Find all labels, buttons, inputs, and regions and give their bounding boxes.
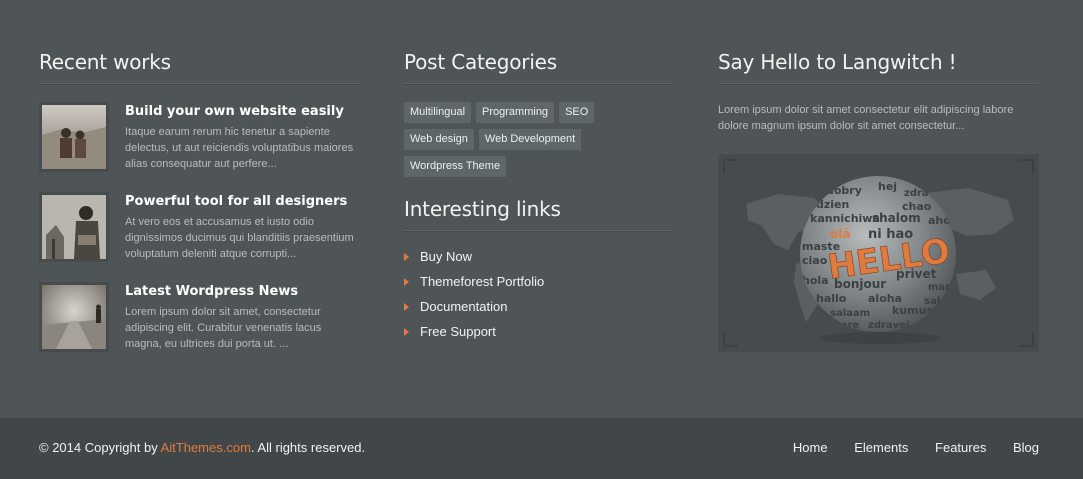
arrow-right-icon	[404, 303, 409, 311]
link-label[interactable]: Themeforest Portfolio	[420, 274, 544, 289]
hello-globe-image: dobry hej zdravo dzien chao kannichiwa s…	[718, 154, 1039, 352]
category-tag[interactable]: Multilingual	[404, 102, 472, 123]
category-tag[interactable]: Web design	[404, 129, 474, 150]
footer-nav: Home Elements Features Blog	[770, 440, 1039, 455]
work-thumbnail[interactable]	[39, 282, 109, 352]
category-tag[interactable]: Web Development	[478, 129, 582, 150]
globe-word: ciao	[802, 254, 828, 267]
globe-word: hallo	[816, 292, 847, 305]
work-excerpt: Lorem ipsum dolor sit amet, consectetur …	[125, 306, 322, 350]
recent-works-title: Recent works	[39, 50, 360, 84]
category-tag[interactable]: Wordpress Theme	[404, 156, 507, 177]
footer-widgets: Recent works Build your own website easi…	[0, 0, 1083, 418]
work-title[interactable]: Powerful tool for all designers	[125, 194, 347, 209]
link-label[interactable]: Buy Now	[420, 249, 472, 264]
copyright-suffix: . All rights reserved.	[250, 440, 366, 455]
link-label[interactable]: Free Support	[420, 324, 496, 339]
globe-word: dzien	[816, 198, 849, 211]
interesting-links-title: Interesting links	[404, 197, 674, 231]
globe-word: tere	[836, 320, 859, 331]
site-footer: © 2014 Copyright by AitThemes.com. All r…	[0, 418, 1083, 479]
say-hello-widget: Say Hello to Langwitch ! Lorem ipsum dol…	[718, 50, 1039, 352]
recent-work-item[interactable]: Build your own website easily Itaque ear…	[39, 102, 360, 174]
globe-word: kannichiwa	[810, 212, 880, 225]
globe-word: kumusta	[892, 304, 946, 317]
link-themeforest-portfolio[interactable]: Themeforest Portfolio	[404, 274, 544, 299]
work-title[interactable]: Build your own website easily	[125, 104, 344, 119]
post-categories-title: Post Categories	[404, 50, 674, 84]
globe-word: shalom	[872, 211, 921, 225]
arrow-right-icon	[404, 328, 409, 336]
copyright-text: © 2014 Copyright by AitThemes.com. All r…	[39, 440, 365, 455]
footer-nav-features[interactable]: Features	[935, 440, 986, 455]
globe-word: zdravei	[868, 320, 909, 331]
arrow-right-icon	[404, 278, 409, 286]
copyright-prefix: © 2014 Copyright by	[39, 440, 161, 455]
recent-works-widget: Recent works Build your own website easi…	[39, 50, 360, 352]
work-title[interactable]: Latest Wordpress News	[125, 284, 298, 299]
brand-link[interactable]: AitThemes.com	[161, 440, 251, 455]
work-excerpt: At vero eos et accusamus et iusto odio d…	[125, 216, 354, 260]
globe-word: dobry	[826, 184, 862, 197]
interesting-links-list: Buy Now Themeforest Portfolio Documentat…	[404, 249, 544, 349]
globe-word: olá	[830, 227, 850, 241]
globe-illustration: dobry hej zdravo dzien chao kannichiwa s…	[723, 159, 1034, 347]
link-label[interactable]: Documentation	[420, 299, 507, 314]
work-excerpt: Itaque earum rerum hic tenetur a sapient…	[125, 126, 354, 170]
globe-word: salut	[924, 296, 952, 307]
recent-work-item[interactable]: Powerful tool for all designers At vero …	[39, 192, 360, 264]
arrow-right-icon	[404, 253, 409, 261]
work-thumbnail[interactable]	[39, 192, 109, 262]
footer-nav-blog[interactable]: Blog	[1013, 440, 1039, 455]
say-hello-title: Say Hello to Langwitch !	[718, 50, 1039, 84]
categories-links-column: Post Categories Multilingual Programming…	[404, 50, 674, 339]
globe-word: salaam	[830, 308, 870, 319]
footer-nav-home[interactable]: Home	[793, 440, 828, 455]
recent-work-item[interactable]: Latest Wordpress News Lorem ipsum dolor …	[39, 282, 360, 354]
link-buy-now[interactable]: Buy Now	[404, 249, 544, 274]
link-free-support[interactable]: Free Support	[404, 324, 544, 349]
footer-nav-elements[interactable]: Elements	[854, 440, 908, 455]
category-tags: Multilingual Programming SEO Web design …	[404, 102, 674, 183]
globe-word: hej	[878, 180, 897, 193]
work-thumbnail[interactable]	[39, 102, 109, 172]
category-tag[interactable]: Programming	[476, 102, 555, 123]
link-documentation[interactable]: Documentation	[404, 299, 544, 324]
say-hello-text: Lorem ipsum dolor sit amet consectetur e…	[718, 104, 1014, 132]
category-tag[interactable]: SEO	[559, 102, 595, 123]
